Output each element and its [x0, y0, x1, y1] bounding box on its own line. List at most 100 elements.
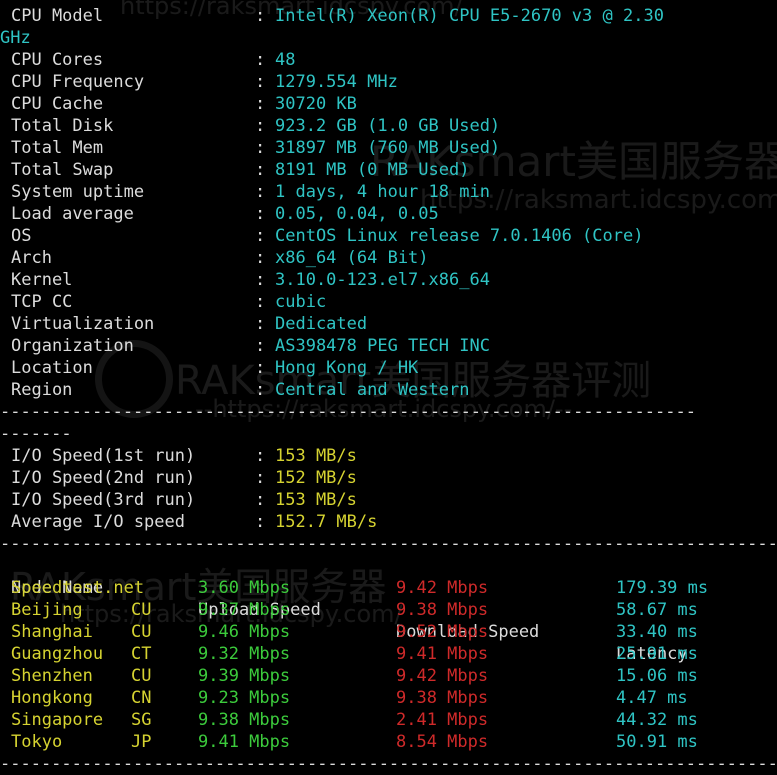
io-label: I/O Speed(1st run) [11, 446, 196, 466]
sysinfo-colon: : [255, 204, 266, 224]
latency: 58.67 ms [616, 600, 698, 620]
sysinfo-colon: : [255, 226, 266, 246]
sysinfo-label: System uptime [11, 182, 145, 202]
node-isp: SG [131, 710, 152, 730]
io-colon: : [255, 512, 266, 532]
upload-speed: 9.32 Mbps [198, 644, 291, 664]
node-isp: CU [131, 622, 152, 642]
node-name: Beijing [11, 600, 83, 620]
sysinfo-value: x86_64 (64 Bit) [275, 248, 429, 268]
io-label: I/O Speed(3rd run) [11, 490, 196, 510]
sysinfo-value: Central and Western [275, 380, 470, 400]
sysinfo-label: Total Mem [11, 138, 104, 158]
io-value: 153 MB/s [275, 446, 357, 466]
sysinfo-colon: : [255, 358, 266, 378]
latency: 25.91 ms [616, 644, 698, 664]
io-label: Average I/O speed [11, 512, 185, 532]
sysinfo-label: Total Disk [11, 116, 114, 136]
node-name: Singapore [11, 710, 104, 730]
sysinfo-value: 1 days, 4 hour 18 min [275, 182, 490, 202]
download-speed: 9.41 Mbps [396, 644, 489, 664]
upload-speed: 9.23 Mbps [198, 688, 291, 708]
sysinfo-label: Total Swap [11, 160, 114, 180]
sysinfo-label: Organization [11, 336, 134, 356]
sysinfo-label: Load average [11, 204, 134, 224]
sysinfo-value: Intel(R) Xeon(R) CPU E5-2670 v3 @ 2.30 [275, 6, 664, 26]
sysinfo-value: 923.2 GB (1.0 GB Used) [275, 116, 501, 136]
sysinfo-colon: : [255, 336, 266, 356]
download-speed: 9.38 Mbps [396, 688, 489, 708]
node-isp: CU [131, 600, 152, 620]
latency: 15.06 ms [616, 666, 698, 686]
separator-wrap-text: ------- [0, 424, 72, 444]
sysinfo-colon: : [255, 380, 266, 400]
node-isp: CT [131, 644, 152, 664]
node-isp: CN [131, 688, 152, 708]
sysinfo-colon: : [255, 72, 266, 92]
sysinfo-label: CPU Cache [11, 94, 104, 114]
upload-speed: 9.41 Mbps [198, 732, 291, 752]
separator-line-1: ----------------------------------------… [0, 402, 694, 422]
sysinfo-value: 31897 MB (760 MB Used) [275, 138, 501, 158]
io-value: 152.7 MB/s [275, 512, 378, 532]
sysinfo-colon: : [255, 314, 266, 334]
sysinfo-colon: : [255, 270, 266, 290]
sysinfo-value: 3.10.0-123.el7.x86_64 [275, 270, 490, 290]
sysinfo-label: Kernel [11, 270, 73, 290]
download-speed: 9.42 Mbps [396, 578, 489, 598]
node-isp: JP [131, 732, 152, 752]
sysinfo-value: Dedicated [275, 314, 368, 334]
node-isp: CU [131, 666, 152, 686]
node-name: Hongkong [11, 688, 93, 708]
download-speed: 9.38 Mbps [396, 600, 489, 620]
node-name: Shanghai [11, 622, 93, 642]
node-name: Shenzhen [11, 666, 93, 686]
sysinfo-value: cubic [275, 292, 327, 312]
upload-speed: 9.46 Mbps [198, 622, 291, 642]
sysinfo-colon: : [255, 248, 266, 268]
download-speed: 8.54 Mbps [396, 732, 489, 752]
upload-speed: 9.38 Mbps [198, 710, 291, 730]
download-speed: 9.42 Mbps [396, 666, 489, 686]
sysinfo-value: 8191 MB (0 MB Used) [275, 160, 470, 180]
download-speed: 2.41 Mbps [396, 710, 489, 730]
sysinfo-value: 1279.554 MHz [275, 72, 398, 92]
sysinfo-colon: : [255, 182, 266, 202]
separator-line-3: ----------------------------------------… [0, 754, 777, 774]
latency: 50.91 ms [616, 732, 698, 752]
io-colon: : [255, 446, 266, 466]
sysinfo-colon: : [255, 116, 266, 136]
io-colon: : [255, 468, 266, 488]
sysinfo-label: CPU Model [11, 6, 104, 26]
sysinfo-value: 30720 KB [275, 94, 357, 114]
speed-table-header: Node Name Upload Speed Download Speed La… [0, 555, 688, 664]
latency: 179.39 ms [616, 578, 709, 598]
sysinfo-colon: : [255, 94, 266, 114]
sysinfo-label: OS [11, 226, 32, 246]
sysinfo-label: Virtualization [11, 314, 155, 334]
separator-line-2: ----------------------------------------… [0, 534, 777, 554]
node-name: Guangzhou [11, 644, 104, 664]
sysinfo-value: 0.05, 0.04, 0.05 [275, 204, 439, 224]
sysinfo-value: 48 [275, 50, 296, 70]
terminal-window[interactable]: https://raksmart.idcspy.com/ RAKsmart美国服… [0, 0, 777, 774]
latency: 4.47 ms [616, 688, 688, 708]
sysinfo-value: AS398478 PEG TECH INC [275, 336, 490, 356]
sysinfo-label: CPU Frequency [11, 72, 145, 92]
sysinfo-label: Arch [11, 248, 52, 268]
latency: 33.40 ms [616, 622, 698, 642]
sysinfo-value: CentOS Linux release 7.0.1406 (Core) [275, 226, 644, 246]
io-colon: : [255, 490, 266, 510]
sysinfo-colon: : [255, 138, 266, 158]
download-speed: 9.52 Mbps [396, 622, 489, 642]
sysinfo-colon: : [255, 6, 266, 26]
sysinfo-label: TCP CC [11, 292, 73, 312]
sysinfo-colon: : [255, 50, 266, 70]
io-value: 152 MB/s [275, 468, 357, 488]
cpu-model-wrap-text: GHz [0, 28, 31, 48]
node-name: Tokyo [11, 732, 63, 752]
upload-speed: 3.60 Mbps [198, 578, 291, 598]
sysinfo-label: CPU Cores [11, 50, 104, 70]
sysinfo-colon: : [255, 160, 266, 180]
sysinfo-label: Location [11, 358, 93, 378]
